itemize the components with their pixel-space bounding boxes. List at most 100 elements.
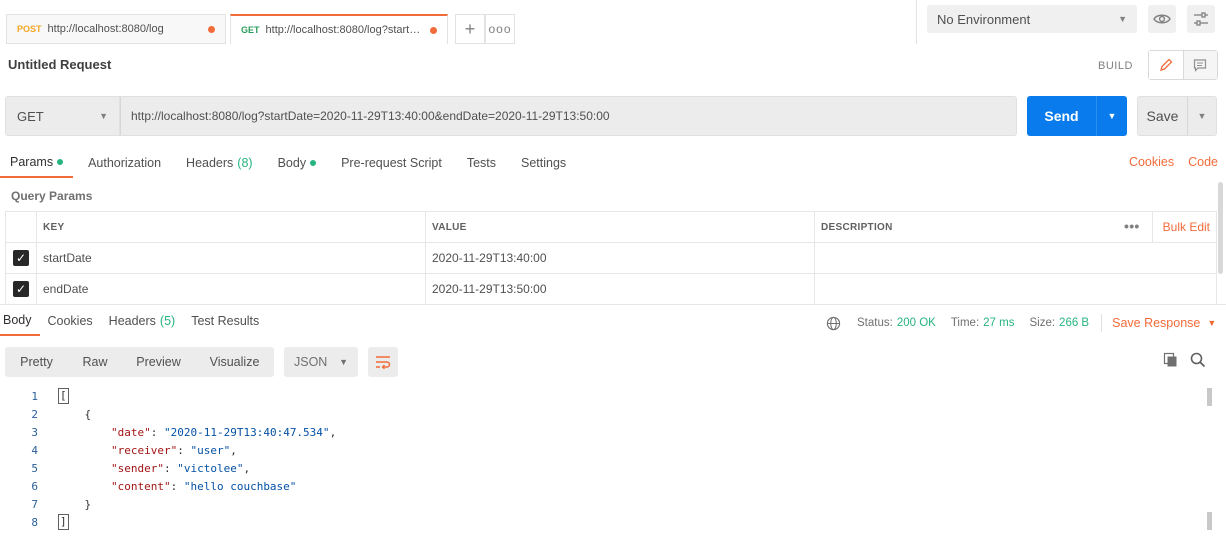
code-text: [ <box>58 388 69 404</box>
json-value: "2020-11-29T13:40:47.534" <box>163 425 330 439</box>
view-mode-pretty[interactable]: Pretty <box>5 347 68 377</box>
tab-more-button[interactable]: ooo <box>485 14 515 44</box>
line-number: 1 <box>31 389 38 403</box>
comment-icon <box>1194 59 1207 72</box>
tab-tests[interactable]: Tests <box>457 148 506 178</box>
code-text: "sender": "victolee", <box>110 461 251 475</box>
tab-body[interactable]: Body <box>268 148 327 178</box>
code-text: ] <box>58 514 69 530</box>
tab-url: http://localhost:8080/log?startD... <box>265 24 424 36</box>
json-key: "sender" <box>110 461 164 475</box>
status-label: Status: <box>857 317 893 329</box>
response-tab-headers[interactable]: Headers (5) <box>106 306 184 336</box>
tab-headers[interactable]: Headers (8) <box>176 148 263 178</box>
checkbox-checked-icon[interactable]: ✓ <box>13 250 29 266</box>
save-options-chevron-icon[interactable]: ▼ <box>1188 97 1216 135</box>
sliders-icon <box>1194 12 1208 26</box>
response-body-editor[interactable]: 1 [ 2 { 3 "date": "2020-11-29T13:40:47.5… <box>0 387 1205 531</box>
tab-prerequest-script[interactable]: Pre-request Script <box>331 148 452 178</box>
table-row: ✓ startDate 2020-11-29T13:40:00 <box>5 242 1217 274</box>
size-label: Size: <box>1029 317 1056 329</box>
request-tab-get[interactable]: GET http://localhost:8080/log?startD... <box>230 14 448 44</box>
save-button[interactable]: Save ▼ <box>1137 96 1217 136</box>
more-options-icon[interactable]: ••• <box>1124 212 1153 242</box>
request-tab-post[interactable]: POST http://localhost:8080/log <box>6 14 226 44</box>
request-title[interactable]: Untitled Request <box>8 57 111 72</box>
view-mode-visualize[interactable]: Visualize <box>195 347 274 377</box>
checkbox-checked-icon[interactable]: ✓ <box>13 281 29 297</box>
method-value: GET <box>17 108 44 124</box>
code-text: { <box>58 408 92 421</box>
chevron-down-icon: ▼ <box>339 357 348 367</box>
comments-button[interactable] <box>1183 51 1217 79</box>
json-value: "hello couchbase" <box>183 479 297 493</box>
param-description[interactable] <box>814 273 1217 305</box>
format-select[interactable]: JSON ▼ <box>284 347 358 377</box>
save-response-button[interactable]: Save Response <box>1112 316 1200 330</box>
view-mode-preview[interactable]: Preview <box>122 347 195 377</box>
unsaved-dot-icon <box>208 25 215 33</box>
tab-label: Test Results <box>191 314 260 328</box>
params-scrollbar[interactable] <box>1218 182 1223 274</box>
edit-mode-button[interactable] <box>1149 51 1184 79</box>
chevron-down-icon[interactable]: ▼ <box>1207 318 1216 328</box>
line-number: 3 <box>31 425 38 439</box>
build-label: BUILD <box>1098 60 1133 72</box>
tab-label: Settings <box>521 156 567 170</box>
param-key[interactable]: startDate <box>36 242 426 274</box>
size-value[interactable]: 266 B <box>1059 317 1089 329</box>
bulk-edit-link[interactable]: Bulk Edit <box>1163 220 1210 234</box>
environment-settings-button[interactable] <box>1187 5 1215 33</box>
response-tab-test-results[interactable]: Test Results <box>188 306 267 336</box>
code-line: 7 } <box>0 495 1205 513</box>
param-key[interactable]: endDate <box>36 273 426 305</box>
environment-quick-look-button[interactable] <box>1148 5 1176 33</box>
response-tab-body[interactable]: Body <box>0 306 40 336</box>
param-value[interactable]: 2020-11-29T13:40:00 <box>425 242 815 274</box>
scroll-marker <box>1207 388 1212 406</box>
scroll-marker <box>1207 512 1212 530</box>
wrap-lines-button[interactable] <box>368 347 398 377</box>
pane-divider[interactable] <box>0 304 1226 305</box>
tab-label: Headers <box>108 314 156 328</box>
json-key: "date" <box>110 425 151 439</box>
code-link[interactable]: Code <box>1188 155 1218 169</box>
method-select[interactable]: GET ▼ <box>5 96 120 136</box>
tab-authorization[interactable]: Authorization <box>78 148 171 178</box>
param-description[interactable] <box>814 242 1217 274</box>
status-value[interactable]: 200 OK <box>897 317 936 329</box>
search-icon[interactable] <box>1190 352 1206 368</box>
tab-params[interactable]: Params <box>0 148 74 178</box>
globe-icon[interactable] <box>826 316 841 331</box>
table-row: ✓ endDate 2020-11-29T13:50:00 <box>5 273 1217 305</box>
code-text: "receiver": "user", <box>110 443 237 457</box>
save-label: Save <box>1138 97 1188 135</box>
environment-select[interactable]: No Environment ▼ <box>927 5 1137 33</box>
column-value: VALUE <box>425 211 815 243</box>
unsaved-dot-icon <box>430 26 437 34</box>
view-mode-raw[interactable]: Raw <box>68 347 122 377</box>
response-tab-cookies[interactable]: Cookies <box>45 306 101 336</box>
response-tabs: Body Cookies Headers (5) Test Results <box>0 306 272 336</box>
tab-label: Tests <box>466 156 496 170</box>
url-input[interactable] <box>120 96 1017 136</box>
request-tabs: Params Authorization Headers (8) Body Pr… <box>0 148 581 178</box>
response-scrollbar[interactable] <box>1207 388 1213 533</box>
cookies-link[interactable]: Cookies <box>1129 155 1174 169</box>
json-key: "receiver" <box>110 443 178 457</box>
new-tab-button[interactable]: + <box>455 14 485 44</box>
tab-settings[interactable]: Settings <box>511 148 576 178</box>
code-text: "date": "2020-11-29T13:40:47.534", <box>110 425 337 439</box>
request-links: Cookies Code <box>1129 155 1218 169</box>
send-button[interactable]: Send ▼ <box>1027 96 1127 136</box>
param-value[interactable]: 2020-11-29T13:50:00 <box>425 273 815 305</box>
send-options-chevron-icon[interactable]: ▼ <box>1097 96 1127 136</box>
response-meta: Status: 200 OK Time: 27 ms Size: 266 B S… <box>826 314 1216 332</box>
tab-url: http://localhost:8080/log <box>47 23 164 35</box>
tab-method: POST <box>17 24 42 34</box>
eye-icon <box>1153 14 1171 24</box>
time-value[interactable]: 27 ms <box>983 317 1014 329</box>
headers-count: (8) <box>237 156 253 170</box>
copy-icon[interactable] <box>1163 352 1179 368</box>
line-number: 2 <box>31 407 38 421</box>
